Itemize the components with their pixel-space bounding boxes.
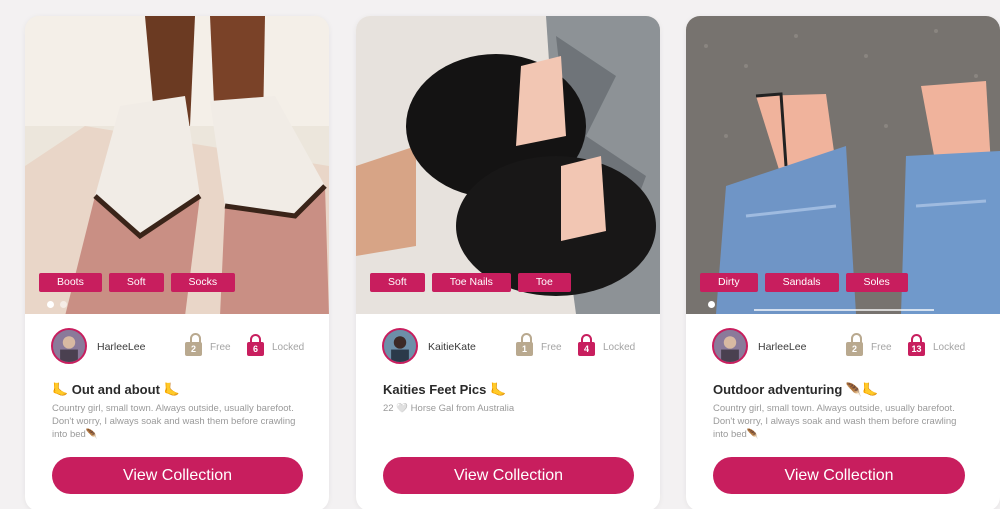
collection-photo[interactable]: Soft Toe Nails Toe: [356, 16, 660, 314]
creator-username[interactable]: HarleeLee: [97, 341, 145, 353]
creator-username[interactable]: KaitieKate: [428, 341, 476, 353]
locked-padlock-icon: 13: [908, 334, 925, 356]
locked-count: 4: [578, 342, 595, 356]
avatar[interactable]: [51, 328, 87, 364]
locked-count-badge: 6 Locked: [247, 334, 304, 356]
locked-count: 13: [908, 342, 925, 356]
tag-list: Dirty Sandals Soles: [700, 273, 908, 292]
tag[interactable]: Toe Nails: [431, 273, 511, 292]
tag[interactable]: Soft: [370, 273, 425, 292]
carousel-dots: [708, 301, 715, 308]
carousel-dot[interactable]: [60, 301, 67, 308]
free-count: 2: [185, 342, 202, 356]
tag[interactable]: Socks: [170, 273, 236, 292]
locked-label: Locked: [933, 342, 966, 353]
carousel-dot-active[interactable]: [47, 301, 54, 308]
locked-count-badge: 13 Locked: [908, 334, 965, 356]
free-label: Free: [541, 342, 562, 353]
locked-padlock-icon: 4: [578, 334, 595, 356]
collection-description: Country girl, small town. Always outside…: [52, 403, 296, 440]
locked-label: Locked: [603, 342, 636, 353]
tag[interactable]: Dirty: [700, 273, 758, 292]
tag[interactable]: Toe: [517, 273, 571, 292]
locked-padlock-icon: 6: [247, 334, 264, 356]
free-count-badge: 1 Free: [516, 333, 562, 356]
locked-count-badge: 4 Locked: [578, 334, 635, 356]
collection-title: 🦶 Out and about 🦶: [52, 382, 180, 397]
locked-count: 6: [247, 342, 264, 356]
unlocked-padlock-icon: 2: [846, 333, 863, 356]
carousel-dots: [47, 301, 67, 308]
unlocked-padlock-icon: 1: [516, 333, 533, 356]
photo-fuzzy-slippers: [356, 16, 660, 314]
view-collection-button[interactable]: View Collection: [383, 457, 634, 494]
carousel-dot-active[interactable]: [708, 301, 715, 308]
photo-boots-fishnets: [25, 16, 329, 314]
collection-card[interactable]: Soft Toe Nails Toe KaitieKate 1 Free 4 L…: [356, 16, 660, 509]
collection-card[interactable]: Boots Soft Socks HarleeLee 2 Free 6 Lock…: [25, 16, 329, 509]
avatar-image: [384, 330, 416, 362]
creator-row: KaitieKate 1 Free 4 Locked: [356, 314, 660, 376]
unlocked-padlock-icon: 2: [185, 333, 202, 356]
avatar[interactable]: [382, 328, 418, 364]
tag[interactable]: Soft: [108, 273, 164, 292]
avatar-image: [714, 330, 746, 362]
tag[interactable]: Sandals: [764, 273, 839, 292]
view-collection-button[interactable]: View Collection: [713, 457, 965, 494]
carousel-progress: [754, 309, 934, 311]
creator-row: HarleeLee 2 Free 6 Locked: [25, 314, 329, 376]
collection-description: 22 🤍 Horse Gal from Australia: [383, 403, 515, 414]
free-label: Free: [210, 342, 231, 353]
free-count: 1: [516, 342, 533, 356]
creator-username[interactable]: HarleeLee: [758, 341, 806, 353]
collection-description: Country girl, small town. Always outside…: [713, 403, 957, 440]
locked-label: Locked: [272, 342, 305, 353]
photo-sandals-jeans: [686, 16, 1000, 314]
free-count-badge: 2 Free: [846, 333, 892, 356]
avatar[interactable]: [712, 328, 748, 364]
collection-photo[interactable]: Boots Soft Socks: [25, 16, 329, 314]
view-collection-button[interactable]: View Collection: [52, 457, 303, 494]
tag[interactable]: Soles: [845, 273, 908, 292]
collection-title: Outdoor adventuring 🪶🦶: [713, 382, 879, 397]
collection-card[interactable]: Dirty Sandals Soles HarleeLee 2 Free 13 …: [686, 16, 1000, 509]
free-label: Free: [871, 342, 892, 353]
collections-grid: Boots Soft Socks HarleeLee 2 Free 6 Lock…: [0, 0, 1000, 509]
collection-photo[interactable]: Dirty Sandals Soles: [686, 16, 1000, 314]
tag[interactable]: Boots: [39, 273, 102, 292]
collection-title: Kaities Feet Pics 🦶: [383, 382, 507, 397]
free-count: 2: [846, 342, 863, 356]
creator-row: HarleeLee 2 Free 13 Locked: [686, 314, 1000, 376]
tag-list: Soft Toe Nails Toe: [370, 273, 571, 292]
avatar-image: [53, 330, 85, 362]
tag-list: Boots Soft Socks: [39, 273, 236, 292]
free-count-badge: 2 Free: [185, 333, 231, 356]
